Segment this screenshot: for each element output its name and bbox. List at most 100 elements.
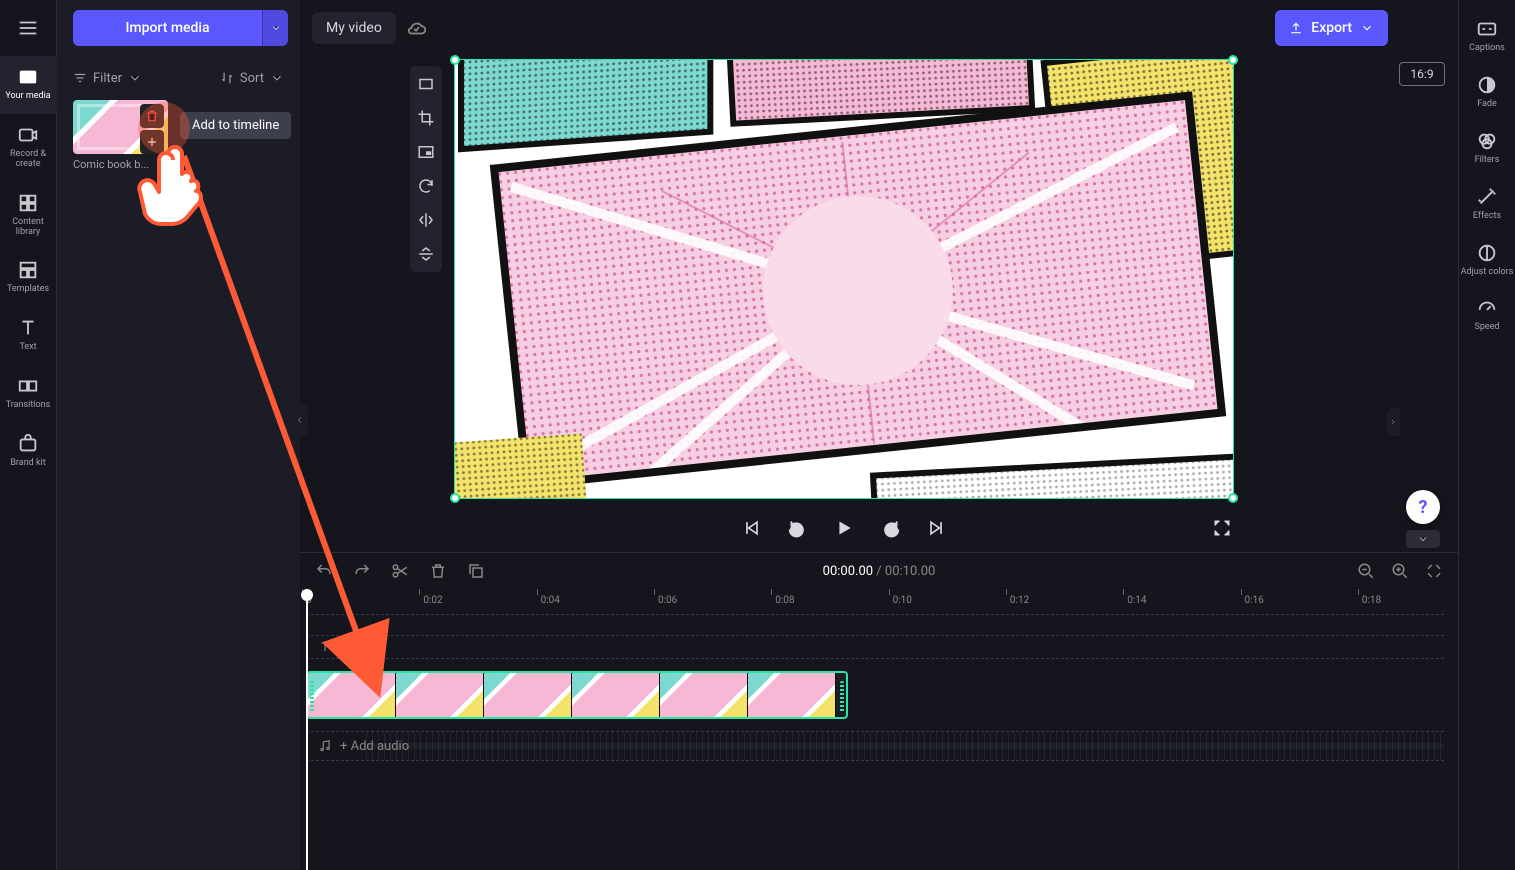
rightbar-item-label: Effects	[1473, 212, 1501, 222]
media-icon	[17, 66, 39, 88]
forward-button[interactable]	[878, 516, 902, 540]
collapse-panel-button[interactable]	[292, 402, 308, 438]
rightbar-item-fade[interactable]: Fade	[1459, 66, 1515, 120]
zoom-in-icon	[1391, 562, 1409, 580]
duplicate-button[interactable]	[466, 561, 486, 581]
clip-frame	[660, 673, 748, 717]
rightbar-item-captions[interactable]: Captions	[1459, 10, 1515, 64]
skip-forward-icon	[926, 518, 946, 538]
ruler-tick: 0:06	[658, 595, 677, 606]
sidebar-item-label: Brand kit	[10, 459, 45, 469]
sidebar-item-templates[interactable]: Templates	[0, 249, 57, 307]
import-media-button[interactable]: Import media	[73, 10, 262, 46]
delete-media-button[interactable]	[140, 104, 164, 128]
preview-canvas-wrap[interactable]	[454, 59, 1234, 499]
playback-controls	[454, 508, 1234, 548]
ruler-tick: 0:02	[423, 595, 442, 606]
rightbar-item-adjust-colors[interactable]: Adjust colors	[1459, 234, 1515, 288]
ruler-tick: 0:18	[1362, 595, 1381, 606]
sort-icon	[220, 71, 234, 85]
filter-button[interactable]: Filter	[73, 71, 142, 86]
resize-handle-tl[interactable]	[450, 55, 460, 65]
import-media-dropdown[interactable]	[262, 10, 288, 46]
sidebar-item-label: Templates	[7, 285, 49, 295]
video-track[interactable]	[306, 671, 1444, 719]
tool-crop[interactable]	[414, 106, 438, 130]
plus-icon	[145, 135, 159, 149]
split-button[interactable]	[390, 561, 410, 581]
zoom-in-button[interactable]	[1390, 561, 1410, 581]
timeline: 00:00.00 / 00:10.00 00:020:040:060:080:1…	[300, 552, 1458, 870]
speed-icon	[1476, 297, 1498, 319]
sidebar-item-your-media[interactable]: Your media	[0, 56, 57, 114]
templates-icon	[17, 259, 39, 281]
sidebar-item-content-library[interactable]: Content library	[0, 182, 57, 250]
zoom-fit-button[interactable]	[1424, 561, 1444, 581]
title-group: My video	[312, 12, 428, 44]
media-item[interactable]: Comic book b...	[73, 100, 168, 171]
rightbar-item-speed[interactable]: Speed	[1459, 289, 1515, 343]
sidebar-item-text[interactable]: Text	[0, 307, 57, 365]
sidebar-item-label: Your media	[5, 92, 50, 102]
top-bar: My video Export	[300, 0, 1400, 56]
export-button[interactable]: Export	[1275, 10, 1388, 46]
tool-flip-h[interactable]	[414, 208, 438, 232]
aspect-ratio-button[interactable]: 16:9	[1399, 62, 1445, 86]
menu-button[interactable]	[0, 0, 57, 56]
undo-button[interactable]	[314, 561, 334, 581]
sort-button[interactable]: Sort	[220, 71, 284, 86]
fit-icon	[417, 75, 435, 93]
rightbar-item-effects[interactable]: Effects	[1459, 178, 1515, 232]
tool-pip[interactable]	[414, 140, 438, 164]
redo-button[interactable]	[352, 561, 372, 581]
clip-frame	[572, 673, 660, 717]
rewind-button[interactable]	[786, 516, 810, 540]
sidebar-item-label: Transitions	[6, 401, 51, 411]
timeline-ruler[interactable]: 00:020:040:060:080:100:120:140:160:18	[306, 589, 1444, 615]
zoom-out-icon	[1357, 562, 1375, 580]
skip-forward-button[interactable]	[924, 516, 948, 540]
fullscreen-button[interactable]	[1210, 516, 1234, 540]
project-title[interactable]: My video	[312, 12, 396, 44]
zoom-out-button[interactable]	[1356, 561, 1376, 581]
music-icon	[318, 739, 332, 753]
resize-handle-bl[interactable]	[450, 493, 460, 503]
clip-frame	[484, 673, 572, 717]
sidebar-item-brand-kit[interactable]: Brand kit	[0, 423, 57, 481]
cloud-sync-icon[interactable]	[406, 17, 428, 39]
help-caret-button[interactable]	[1406, 530, 1440, 548]
resize-handle-tr[interactable]	[1228, 55, 1238, 65]
rightbar-item-filters[interactable]: Filters	[1459, 122, 1515, 176]
tool-flip-v[interactable]	[414, 242, 438, 266]
hamburger-icon	[17, 17, 39, 39]
captions-icon	[1476, 18, 1498, 40]
timeline-zoom-group	[1356, 561, 1444, 581]
tool-rotate[interactable]	[414, 174, 438, 198]
trash-icon	[145, 109, 159, 123]
audio-waveform	[366, 732, 1444, 760]
sidebar-item-record-create[interactable]: Record & create	[0, 114, 57, 182]
text-icon	[318, 640, 332, 654]
help-button[interactable]: ?	[1406, 490, 1440, 524]
canvas-area	[410, 56, 1390, 552]
rightbar-item-label: Fade	[1477, 100, 1497, 110]
text-track[interactable]: + text	[306, 635, 1444, 659]
sidebar-item-label: Record & create	[0, 150, 57, 170]
resize-handle-br[interactable]	[1228, 493, 1238, 503]
skip-back-button[interactable]	[740, 516, 764, 540]
transitions-icon	[17, 375, 39, 397]
rightbar-item-label: Speed	[1474, 323, 1499, 333]
sidebar-item-transitions[interactable]: Transitions	[0, 365, 57, 423]
play-button[interactable]	[832, 516, 856, 540]
audio-track[interactable]: + Add audio	[306, 731, 1444, 761]
help-icon: ?	[1419, 497, 1428, 518]
library-icon	[17, 192, 39, 214]
video-clip[interactable]	[306, 671, 848, 719]
collapse-right-panel-button[interactable]	[1386, 408, 1400, 436]
playhead[interactable]	[306, 589, 308, 870]
tool-fit[interactable]	[414, 72, 438, 96]
sort-label: Sort	[240, 71, 264, 86]
add-to-timeline-button[interactable]	[140, 130, 164, 154]
delete-button[interactable]	[428, 561, 448, 581]
ruler-tick: 0:14	[1127, 595, 1146, 606]
